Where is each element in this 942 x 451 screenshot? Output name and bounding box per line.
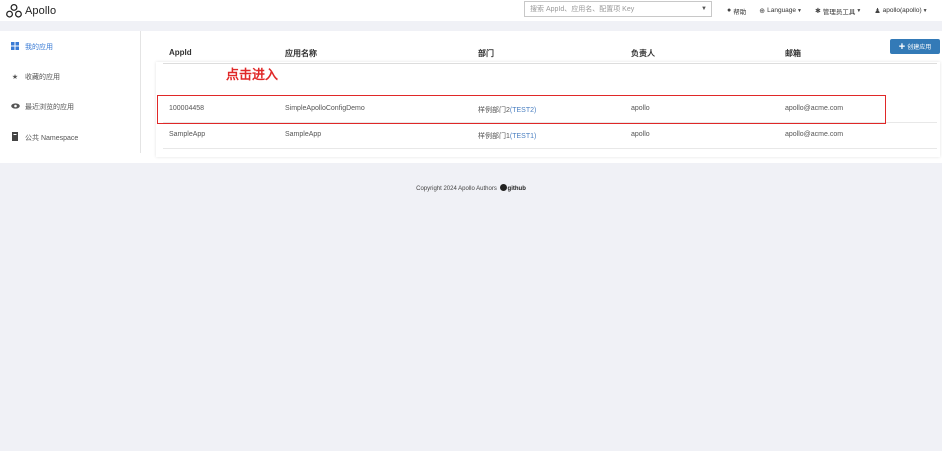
nav-links: ● 帮助 ⊕ Language ▼ ✱ 管理员工具 ▼ ♟ apollo(apo… [727,0,928,21]
language-label: Language [767,7,797,14]
sidebar-item-public-namespace[interactable]: 公共 Namespace [10,132,78,143]
search-input[interactable] [525,2,695,16]
table-header-divider [163,63,937,64]
question-icon: ● [727,7,732,14]
brand[interactable]: Apollo [5,2,56,19]
help-label: 帮助 [733,8,747,16]
user-icon: ♟ [874,7,881,15]
cell-email: apollo@acme.com [785,131,844,138]
copyright-text: Copyright 2024 Apollo Authors [416,186,497,192]
annotation-text: 点击进入 [226,67,279,82]
top-navbar: Apollo ▼ ● 帮助 ⊕ Language ▼ ✱ 管理员工具 ▼ ♟ a… [0,0,942,21]
grid-icon [10,42,20,52]
sidebar-item-label: 最近浏览的应用 [25,104,74,111]
github-link[interactable]: github [508,186,526,192]
sidebar-item-label: 收藏的应用 [25,74,60,81]
help-link[interactable]: ● 帮助 [727,6,746,16]
cell-app-name[interactable]: SampleApp [285,131,321,138]
user-menu[interactable]: ♟ apollo(apollo) ▼ [874,7,927,15]
cell-appid[interactable]: SampleApp [169,131,205,138]
search-box[interactable]: ▼ [524,1,712,17]
row-divider [163,148,937,149]
chevron-down-icon: ▼ [922,7,928,14]
sidebar-item-favorite-apps[interactable]: ★ 收藏的应用 [10,72,60,82]
star-icon: ★ [11,74,19,81]
chevron-down-icon: ▼ [797,7,802,14]
sidebar-item-label: 公共 Namespace [25,134,79,142]
plus-icon: + [898,40,906,53]
column-header-email: 邮箱 [785,49,801,58]
cell-department: 样例部门1(TEST1) [478,131,536,141]
create-app-button[interactable]: + 创建应用 [890,39,940,54]
user-label: apollo(apollo) [882,7,922,14]
sidebar-item-label: 我的应用 [25,44,53,51]
book-icon [10,132,20,143]
github-icon[interactable] [499,184,507,191]
create-app-label: 创建应用 [907,45,932,51]
sidebar: 我的应用 ★ 收藏的应用 最近浏览的应用 公共 Namespace [0,31,141,153]
admin-tools-label: 管理员工具 [822,8,856,16]
column-header-owner: 负责人 [631,49,655,58]
eye-icon [10,103,20,111]
column-header-appid: AppId [169,48,192,57]
brand-name: Apollo [25,4,57,17]
annotation-highlight-box [157,95,886,124]
column-header-department: 部门 [478,49,494,58]
language-menu[interactable]: ⊕ Language ▼ [759,7,802,15]
apollo-logo-icon [6,3,22,18]
column-header-app-name: 应用名称 [285,49,317,58]
admin-tools-menu[interactable]: ✱ 管理员工具 ▼ [815,6,861,16]
sidebar-item-recent-apps[interactable]: 最近浏览的应用 [10,102,74,112]
sidebar-item-my-apps[interactable]: 我的应用 [10,42,53,52]
gear-icon: ✱ [814,7,821,15]
footer: Copyright 2024 Apollo Authors github [0,184,942,192]
department-name: 样例部门1 [478,133,510,140]
department-code: (TEST1) [509,133,537,140]
chevron-down-icon: ▼ [856,7,862,14]
search-dropdown-caret-icon[interactable]: ▼ [701,6,707,12]
globe-icon: ⊕ [759,7,766,15]
cell-owner: apollo [631,131,650,138]
